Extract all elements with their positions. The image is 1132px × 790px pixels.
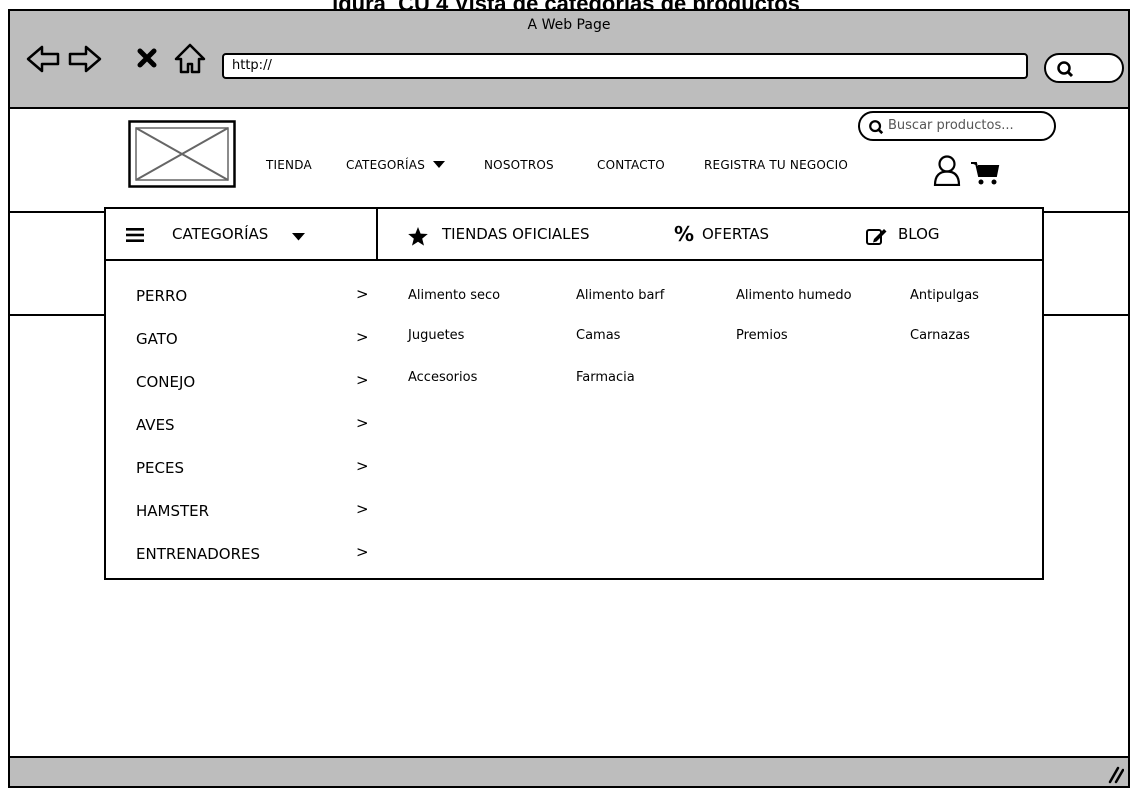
edit-icon (866, 229, 887, 245)
categories-dropdown: PERRO > GATO > CONEJO > AVES > PECES > H… (104, 259, 1044, 580)
search-icon (1057, 61, 1074, 78)
cart-icon[interactable] (970, 160, 1000, 186)
nav-link-tiendas-oficiales[interactable]: TIENDAS OFICIALES (442, 225, 590, 243)
subcategory-link[interactable]: Farmacia (576, 370, 635, 385)
logo-placeholder-image (128, 120, 236, 188)
home-icon[interactable] (172, 39, 212, 79)
forward-arrow-icon[interactable] (64, 39, 104, 79)
nav-link-categorias[interactable]: CATEGORÍAS (346, 158, 446, 172)
nav-link-tienda[interactable]: TIENDA (266, 158, 312, 172)
nav-link-ofertas[interactable]: OFERTAS (702, 225, 769, 243)
subcategory-link[interactable]: Antipulgas (910, 288, 979, 303)
nav-link-nosotros[interactable]: NOSOTROS (484, 158, 554, 172)
resize-grip-icon[interactable] (1102, 762, 1124, 784)
percent-icon: % (674, 222, 695, 246)
main-nav-bar: TIENDAS OFICIALES % OFERTAS BLOG (376, 207, 1044, 261)
chevron-right-icon: > (356, 543, 369, 561)
subcategory-link[interactable]: Carnazas (910, 328, 970, 343)
chevron-right-icon: > (356, 500, 369, 518)
url-field[interactable]: http:// (222, 53, 1028, 79)
subcategory-link[interactable]: Premios (736, 328, 788, 343)
chevron-right-icon: > (356, 285, 369, 303)
chevron-right-icon: > (356, 414, 369, 432)
subcategory-link[interactable]: Accesorios (408, 370, 477, 385)
nav-link-blog[interactable]: BLOG (898, 225, 940, 243)
subcategory-link[interactable]: Alimento seco (408, 288, 500, 303)
window-title: A Web Page (527, 17, 611, 33)
browser-search-button[interactable] (1044, 53, 1124, 83)
subcategory-link[interactable]: Camas (576, 328, 620, 343)
status-bar (10, 756, 1128, 786)
subcategory-link[interactable]: Alimento humedo (736, 288, 852, 303)
nav-link-contacto[interactable]: CONTACTO (597, 158, 665, 172)
search-icon (869, 120, 884, 135)
divider (10, 314, 106, 316)
back-arrow-icon[interactable] (24, 39, 64, 79)
nav-link-registra-negocio[interactable]: REGISTRA TU NEGOCIO (704, 158, 848, 172)
subcategory-link[interactable]: Juguetes (408, 328, 464, 343)
product-search-input[interactable]: Buscar productos... (858, 111, 1056, 141)
divider (1042, 211, 1128, 213)
subcategory-link[interactable]: Alimento barf (576, 288, 664, 303)
chevron-right-icon: > (356, 328, 369, 346)
categories-menu-button[interactable]: CATEGORÍAS (104, 207, 378, 261)
caret-down-icon (433, 161, 446, 168)
caret-down-icon (292, 233, 305, 241)
categories-label: CATEGORÍAS (172, 225, 269, 243)
browser-toolbar: A Web Page http:// (10, 11, 1128, 109)
divider (1042, 314, 1128, 316)
user-icon[interactable] (932, 154, 962, 186)
chevron-right-icon: > (356, 371, 369, 389)
divider (10, 211, 106, 213)
star-icon (408, 227, 428, 246)
hamburger-menu-icon (126, 228, 144, 242)
chevron-right-icon: > (356, 457, 369, 475)
stop-x-icon[interactable] (134, 39, 174, 79)
